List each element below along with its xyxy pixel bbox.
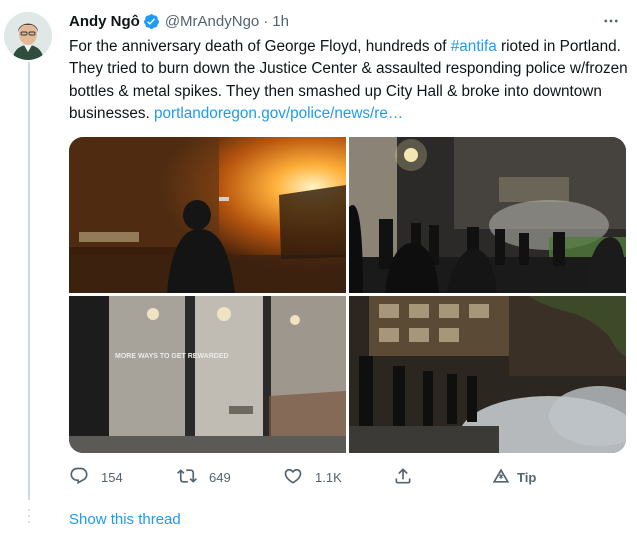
thread-connector-line: [28, 62, 30, 500]
retweet-button[interactable]: 649: [177, 462, 231, 492]
tip-icon: [491, 466, 511, 489]
like-button[interactable]: 1.1K: [283, 462, 342, 492]
tweet-actions: 154 649 1.1K Tip: [69, 462, 609, 492]
reply-count: 154: [101, 469, 123, 485]
share-icon: [393, 466, 413, 489]
avatar[interactable]: [4, 12, 52, 60]
tweet-text: For the anniversary death of George Floy…: [69, 36, 629, 125]
more-options-icon[interactable]: [598, 10, 624, 32]
like-count: 1.1K: [315, 469, 342, 485]
media-sign-text: MORE WAYS TO GET REWARDED: [115, 353, 229, 360]
author-handle[interactable]: @MrAndyNgo: [165, 13, 259, 30]
share-button[interactable]: [393, 462, 413, 492]
tweet-header: Andy Ngô @MrAndyNgo · 1h: [69, 10, 289, 32]
tweet-text-part-1: For the anniversary death of George Floy…: [69, 38, 451, 55]
media-image-4[interactable]: [349, 296, 626, 453]
like-icon: [283, 466, 303, 489]
author-name[interactable]: Andy Ngô: [69, 13, 140, 30]
header-separator: ·: [263, 12, 269, 30]
retweet-icon: [177, 466, 197, 489]
thread-dots: [26, 509, 32, 527]
media-image-1[interactable]: [69, 137, 346, 293]
media-grid: MORE WAYS TO GET REWARDED: [69, 137, 626, 453]
tip-label: Tip: [517, 469, 537, 485]
url-link[interactable]: portlandoregon.gov/police/news/re…: [154, 105, 403, 122]
tip-button[interactable]: Tip: [491, 462, 536, 492]
media-image-3[interactable]: MORE WAYS TO GET REWARDED: [69, 296, 346, 453]
reply-icon: [69, 466, 89, 489]
tweet-timestamp[interactable]: 1h: [272, 13, 289, 30]
retweet-count: 649: [209, 469, 231, 485]
reply-button[interactable]: 154: [69, 462, 123, 492]
verified-badge-icon: [143, 13, 160, 30]
media-image-2[interactable]: [349, 137, 626, 293]
hashtag-link[interactable]: #antifa: [451, 38, 497, 55]
show-thread-link[interactable]: Show this thread: [69, 511, 181, 528]
